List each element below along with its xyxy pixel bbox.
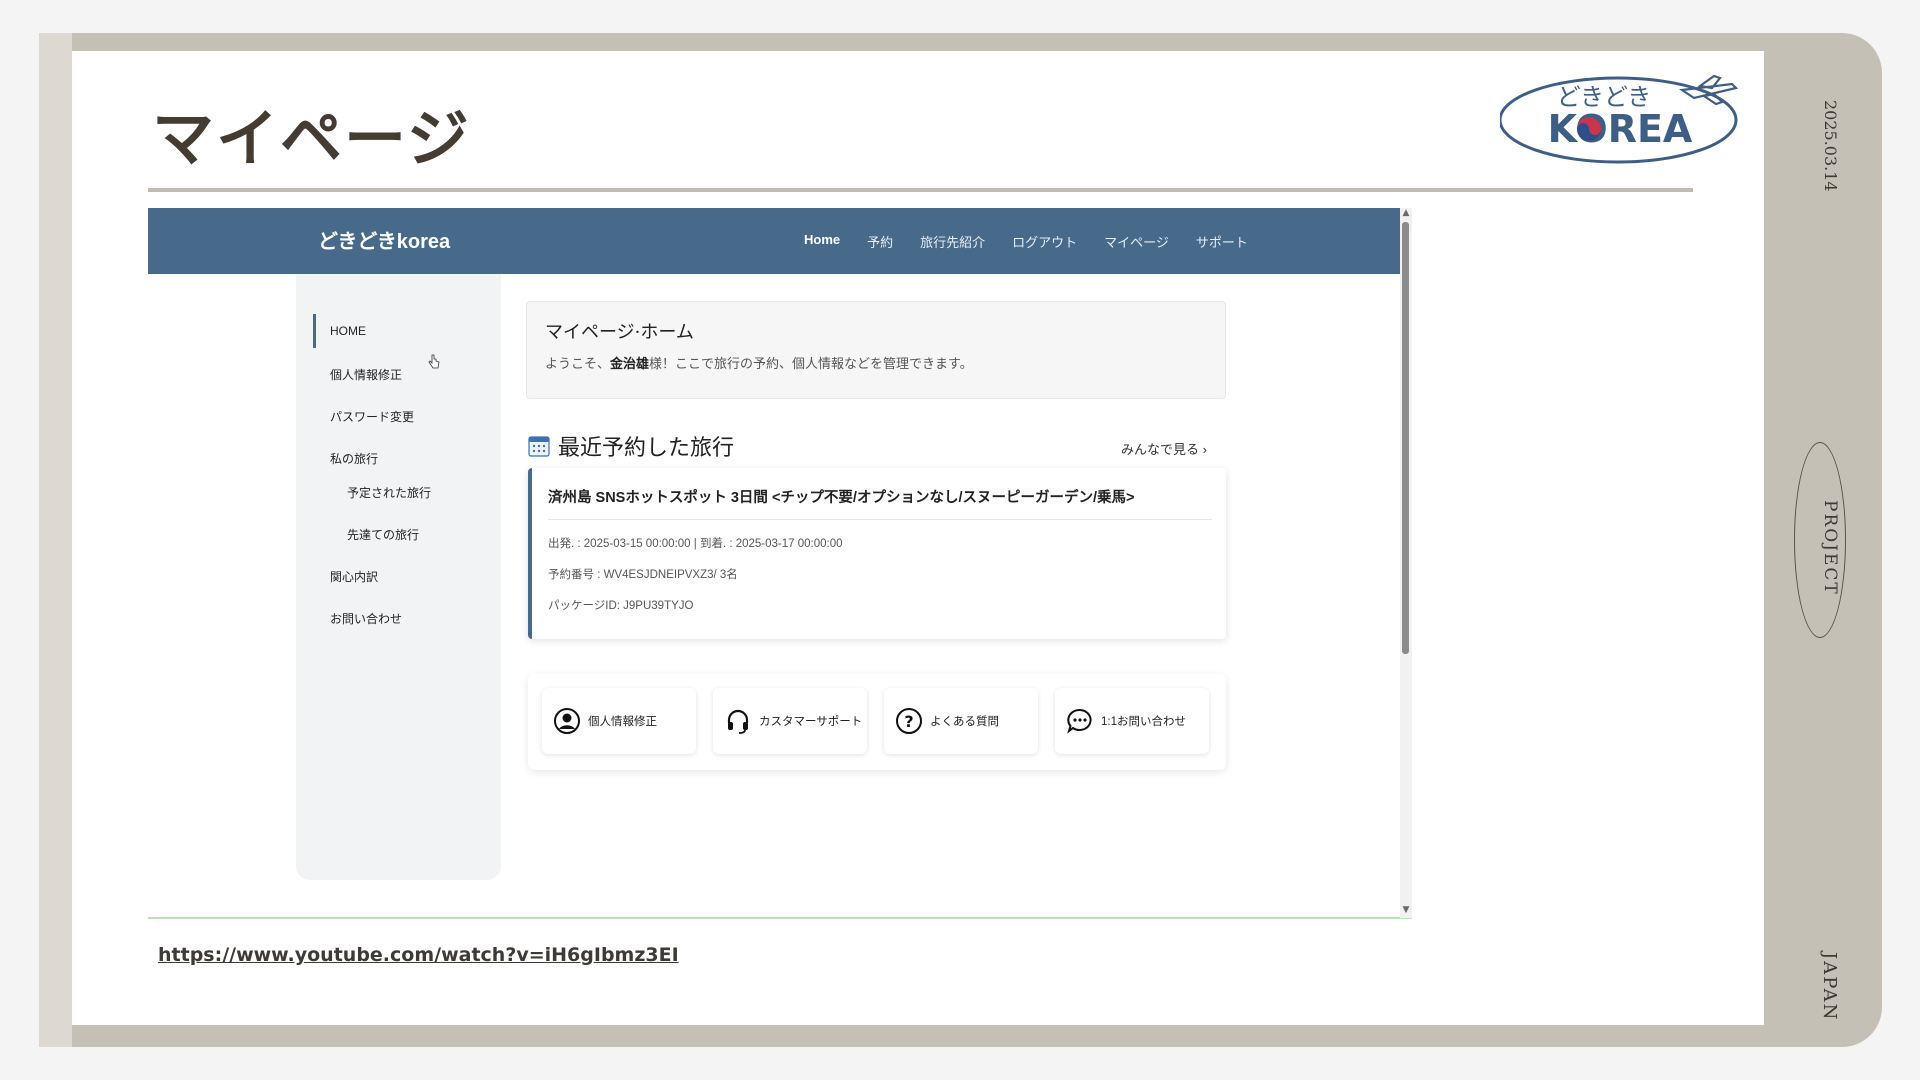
side-project-label: PROJECT — [1820, 500, 1840, 596]
sidebar-item-my-trips[interactable]: 私の旅行 — [330, 450, 378, 467]
trip-package-id: パッケージID: J9PU39TYJO — [548, 600, 694, 612]
trip-divider — [548, 519, 1212, 520]
youtube-link[interactable]: https://www.youtube.com/watch?v=iH6gIbmz… — [158, 944, 679, 966]
side-japan-label: JAPAN — [1819, 952, 1840, 1022]
svg-text:?: ? — [904, 712, 913, 731]
quick-profile-label: 個人情報修正 — [588, 716, 657, 728]
slide-title: マイページ — [152, 102, 471, 175]
side-date: 2025.03.14 — [1821, 100, 1840, 192]
nav-links: Home 予約 旅行先紹介 ログアウト マイページ サポート — [804, 232, 1248, 251]
nav-home[interactable]: Home — [804, 232, 840, 251]
scroll-up-arrow-icon[interactable]: ▲ — [1402, 209, 1410, 218]
quick-faq-button[interactable]: ? よくある質問 — [884, 688, 1038, 754]
chat-bubble-icon — [1067, 708, 1092, 734]
logo-line2: KOREA — [1548, 107, 1693, 151]
site-brand[interactable]: どきどきkorea — [318, 225, 450, 254]
calendar-icon — [528, 436, 550, 457]
sidebar-item-password[interactable]: パスワード変更 — [330, 408, 414, 425]
recent-trips-heading: 最近予約した旅行 — [528, 430, 734, 462]
mypage-sidebar: HOME 個人情報修正 パスワード変更 私の旅行 予定された旅行 先達ての旅行 … — [296, 274, 501, 880]
trip-card[interactable]: 済州島 SNSホットスポット 3日間 <チップ不要/オプションなし/スヌーピーガ… — [528, 468, 1226, 639]
scrollbar-thumb[interactable] — [1402, 222, 1409, 654]
nav-support[interactable]: サポート — [1196, 232, 1248, 251]
nav-destinations[interactable]: 旅行先紹介 — [920, 232, 985, 251]
screenshot-bottom-line — [148, 917, 1412, 919]
scroll-down-arrow-icon[interactable]: ▼ — [1402, 906, 1410, 915]
quick-actions: 個人情報修正 カスタマーサポート ? よくある質問 1:1お問い合わせ — [528, 674, 1226, 770]
quick-support-button[interactable]: カスタマーサポート — [713, 688, 867, 754]
sidebar-item-profile[interactable]: 個人情報修正 — [330, 366, 402, 383]
recent-trips-title: 最近予約した旅行 — [558, 436, 735, 461]
sidebar-item-upcoming[interactable]: 予定された旅行 — [347, 484, 431, 501]
trip-title: 済州島 SNSホットスポット 3日間 <チップ不要/オプションなし/スヌーピーガ… — [548, 490, 1135, 506]
see-all-link[interactable]: みんなで見る › — [1121, 439, 1207, 458]
trip-dates: 出発. : 2025-03-15 00:00:00 | 到着. : 2025-0… — [548, 538, 843, 550]
hand-cursor-icon — [428, 354, 440, 369]
frame-strip — [39, 33, 72, 1047]
quick-inquiry-label: 1:1お問い合わせ — [1101, 716, 1186, 728]
headset-icon — [727, 709, 749, 734]
question-circle-icon: ? — [896, 708, 922, 734]
sidebar-item-inquiry[interactable]: お問い合わせ — [330, 610, 402, 627]
trip-reservation-number: 予約番号 : WV4ESJDNEIPVXZ3/ 3名 — [548, 569, 738, 581]
nav-logout[interactable]: ログアウト — [1012, 232, 1077, 251]
welcome-text: ようこそ、金治雄様！ここで旅行の予約、個人情報などを管理できます。 — [545, 353, 973, 372]
website-screenshot: どきどきkorea Home 予約 旅行先紹介 ログアウト マイページ サポート… — [148, 208, 1400, 918]
nav-reservation[interactable]: 予約 — [867, 232, 893, 251]
welcome-title: マイページ·ホーム — [545, 322, 694, 343]
site-navbar: どきどきkorea Home 予約 旅行先紹介 ログアウト マイページ サポート — [148, 208, 1400, 274]
title-divider — [148, 188, 1693, 192]
sidebar-item-home[interactable]: HOME — [330, 324, 366, 338]
sidebar-item-interests[interactable]: 関心内訳 — [330, 568, 378, 585]
nav-mypage[interactable]: マイページ — [1104, 232, 1169, 251]
sidebar-active-indicator — [313, 314, 316, 348]
welcome-prefix: ようこそ、 — [545, 356, 611, 371]
sidebar-item-past[interactable]: 先達ての旅行 — [347, 526, 419, 543]
welcome-suffix: 様！ここで旅行の予約、個人情報などを管理できます。 — [649, 356, 973, 371]
quick-profile-button[interactable]: 個人情報修正 — [542, 688, 696, 754]
quick-support-label: カスタマーサポート — [759, 716, 863, 728]
user-circle-icon — [554, 708, 580, 734]
user-name: 金治雄 — [610, 356, 650, 371]
quick-inquiry-button[interactable]: 1:1お問い合わせ — [1055, 688, 1209, 754]
korea-logo: どきどき KOREA — [1500, 74, 1739, 164]
quick-faq-label: よくある質問 — [930, 716, 999, 728]
welcome-card: マイページ·ホーム ようこそ、金治雄様！ここで旅行の予約、個人情報などを管理でき… — [526, 301, 1226, 399]
